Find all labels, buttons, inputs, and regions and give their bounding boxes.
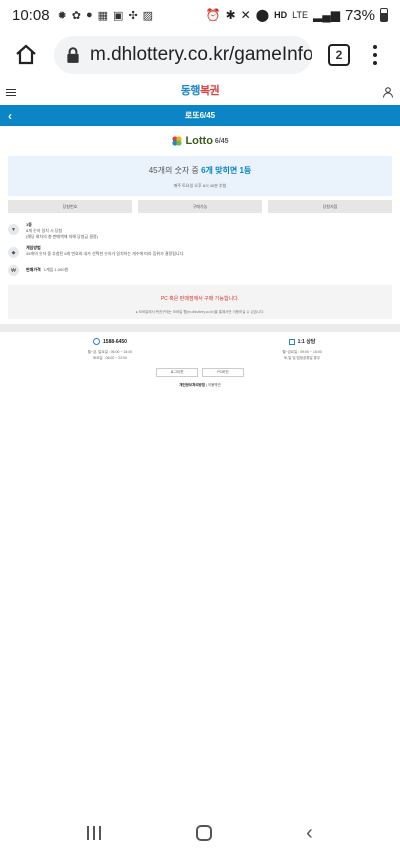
home-nav-button[interactable] [195,825,212,841]
dot-icon [373,61,377,65]
home-button[interactable] [10,39,42,71]
rule-item: ◆ 게임방법 45개의 숫자 중 추첨된 6개 번호와 내가 선택한 숫자가 일… [8,245,392,258]
back-arrow-icon[interactable]: ‹ [8,109,12,123]
terms-link[interactable]: 이용약관 [208,383,221,387]
rule-title: 판매가격 [26,267,41,272]
chat-title[interactable]: 1:1 상담 [298,338,316,345]
clock: 10:08 [12,6,50,24]
location-icon: ⬤ [255,8,270,22]
dot-icon [373,45,377,49]
winning-numbers-button[interactable]: 당첨번호 [8,200,132,213]
overflow-menu-button[interactable] [372,45,378,65]
chat-support: 1:1 상담 월~금요일 : 09:00 ~ 18:00 토,일 및 법정공휴일… [262,338,342,361]
lte-label: LTE [292,10,308,20]
headline-bold: 6개 맞히면 1등 [201,166,252,175]
phone-number[interactable]: 1588-6450 [103,339,127,345]
dot-icon [373,53,377,57]
battery-icon [380,8,388,22]
url-text: m.dhlottery.co.kr/gameInfo. [90,44,312,65]
fan-icon: ✣ [128,9,138,22]
footer-links: 개인정보처리방침 | 이용약관 [0,383,400,388]
privacy-link[interactable]: 개인정보처리방침 [179,383,205,387]
signal-icon: ▂▄▆ [313,8,340,22]
gear-icon: ✹ [57,9,67,22]
pc-version-button[interactable]: PC버전 [202,368,244,377]
lotto-logo-text: Lotto [185,135,213,147]
game-icon: ◆ [8,247,19,258]
tab-switcher-button[interactable]: 2 [328,44,350,66]
grid-icon: ▦ [97,9,109,22]
hd-label: HD [274,10,288,20]
info-box: 45개의 숫자 중 6개 맞히면 1등 매주 토요일 오후 8시 45분 추첨 [8,156,392,196]
rule-item: ▼ 1등 6개 숫자 일치 시 당첨 (해당 회차의 총 판매액에 의해 당첨금… [8,222,392,240]
purchase-button[interactable]: 구매가능 [138,200,262,213]
rules-list: ▼ 1등 6개 숫자 일치 시 당첨 (해당 회차의 총 판매액에 의해 당첨금… [8,222,392,281]
lock-icon [67,47,79,63]
draw-schedule: 매주 토요일 오후 8시 45분 추첨 [173,183,227,188]
price-icon: ₩ [8,265,19,276]
rule-line: (해당 회차의 총 판매액에 의해 당첨금 결정) [26,234,98,239]
rule-line: 1게임 1,000원 [43,267,69,272]
lotto-logo-sub: 6/45 [214,137,229,145]
lotto-logo: Lotto 6/45 [0,134,400,152]
trophy-icon: ▼ [8,224,19,235]
notification-icons: ✹ ✿ ● ▦ ▣ ✣ ▨ [58,9,154,22]
app-icon: ▣ [113,9,124,22]
clover-icon [172,136,183,146]
system-icons: ⏰ ✱ ✕ ⬤ HD LTE ▂▄▆ 73% [206,7,388,24]
image-icon: ▨ [142,9,154,22]
bluetooth-icon: ✱ [225,8,236,22]
chat-icon [288,338,295,345]
system-nav-bar: ‹ [0,809,400,857]
mute-icon: ✕ [240,8,251,22]
battery-percentage: 73% [344,6,375,24]
notice-grey-text: ● 모바일에서 복권구매는 모바일 웹(m.dhlottery.co.kr)을 … [135,310,265,314]
alarm-icon: ⏰ [205,8,221,22]
logout-button[interactable]: 로그아웃 [156,368,198,377]
headline-prefix: 45개의 숫자 중 [148,166,202,175]
chat-hours: 토,일 및 법정공휴일 휴무 [283,356,321,360]
phone-support: 1588-6450 월~금, 일요일 : 06:00 ~ 24:00 토요일 :… [70,338,150,361]
page-title-bar: ‹ 로또6/45 [0,105,400,126]
site-header: 동행복권 [0,80,400,104]
divider [0,324,400,332]
rule-line: 45개의 숫자 중 추첨된 6개 번호와 내가 선택한 숫자가 일치하는 개수에… [26,251,185,256]
headset-icon [93,338,101,345]
phone-hours: 토요일 : 06:00 ~ 22:00 [92,356,128,360]
site-logo[interactable]: 동행복권 [181,82,220,98]
logo-text-2: 복권 [200,85,220,97]
browser-toolbar: m.dhlottery.co.kr/gameInfo. 2 [0,30,400,80]
notice-red-text: PC 혹은 판매점에서 구매 가능합니다. [160,296,240,302]
url-bar[interactable]: m.dhlottery.co.kr/gameInfo. [54,36,312,74]
page-title: 로또6/45 [184,111,216,120]
chat-icon: ● [85,8,93,21]
winning-stores-button[interactable]: 당첨지점 [268,200,392,213]
logo-text-1: 동행 [180,85,201,97]
rule-item: ₩ 판매가격 1게임 1,000원 [8,263,392,276]
headline: 45개의 숫자 중 6개 맞히면 1등 [8,165,392,176]
user-icon[interactable] [382,86,394,98]
notification-icon: ✿ [71,9,81,22]
status-bar: 10:08 ✹ ✿ ● ▦ ▣ ✣ ▨ ⏰ ✱ ✕ ⬤ HD LTE ▂▄▆ 7… [0,0,400,30]
footer-buttons: 로그아웃 PC버전 [0,368,400,377]
recent-apps-button[interactable] [87,826,102,840]
action-buttons: 당첨번호 구매가능 당첨지점 [8,200,392,213]
purchase-notice: PC 혹은 판매점에서 구매 가능합니다. ● 모바일에서 복권구매는 모바일 … [8,285,392,319]
hamburger-menu-icon[interactable] [6,88,16,96]
home-icon [16,44,36,65]
back-nav-button[interactable]: ‹ [306,822,313,845]
